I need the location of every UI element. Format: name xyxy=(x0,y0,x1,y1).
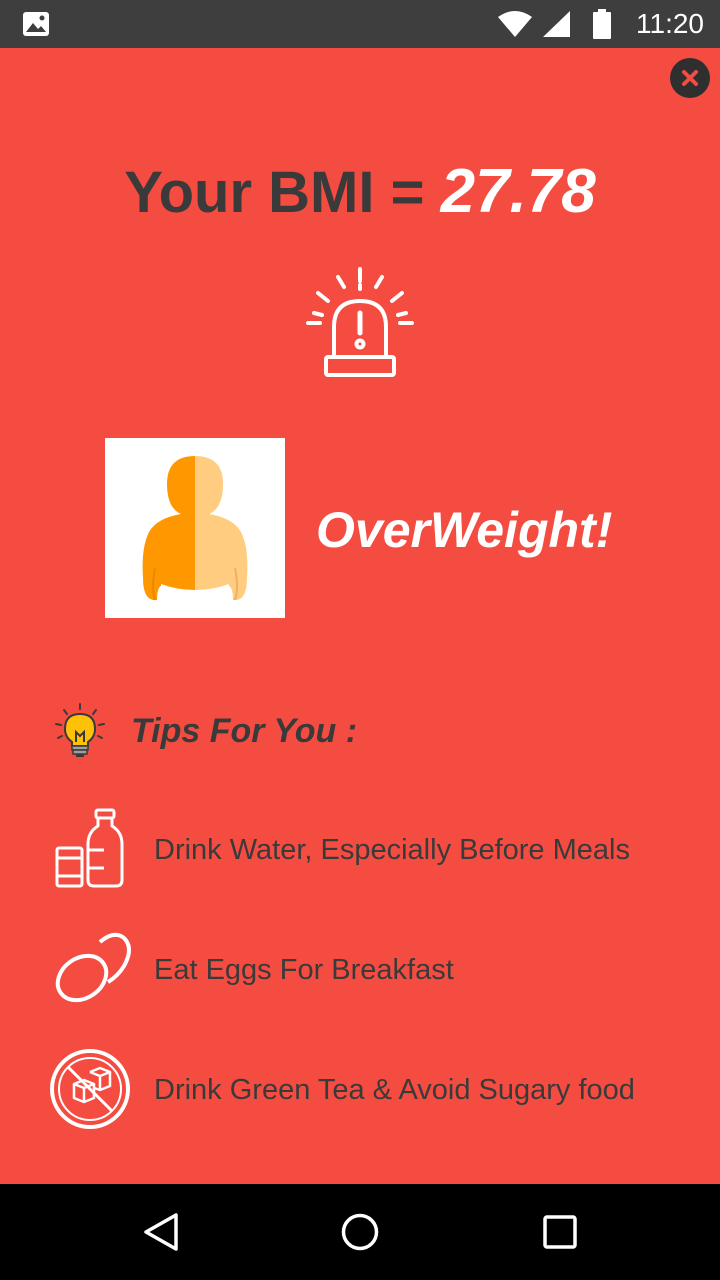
close-icon xyxy=(682,70,698,86)
overweight-figure-image xyxy=(105,438,285,618)
eggs-icon xyxy=(55,932,131,1003)
bmi-status-text: OverWeight! xyxy=(316,502,613,558)
recents-icon[interactable] xyxy=(542,1212,578,1252)
gallery-icon xyxy=(23,12,49,36)
overweight-person-icon xyxy=(142,456,248,601)
battery-icon xyxy=(593,9,611,39)
close-button[interactable] xyxy=(670,58,710,98)
wifi-icon xyxy=(498,11,532,37)
home-icon[interactable] xyxy=(340,1212,380,1252)
clock: 11:20 xyxy=(636,8,704,39)
tip-text: Drink Water, Especially Before Meals xyxy=(154,834,630,866)
status-bar: 11:20 xyxy=(0,0,720,48)
tip-text: Eat Eggs For Breakfast xyxy=(154,954,454,986)
no-sugar-icon xyxy=(50,1049,130,1129)
navigation-bar xyxy=(0,1184,720,1280)
tip-item: Eat Eggs For Breakfast xyxy=(0,926,720,1016)
water-bottle-icon xyxy=(55,808,124,888)
tips-heading: Tips For You : xyxy=(131,712,358,750)
alarm-light-icon xyxy=(306,267,414,377)
bmi-heading: Your BMI = 27.78 xyxy=(0,156,720,227)
bmi-label: Your BMI = xyxy=(124,160,441,225)
tip-item: Drink Green Tea & Avoid Sugary food xyxy=(0,1046,720,1136)
lightbulb-icon xyxy=(55,703,105,757)
tip-item: Drink Water, Especially Before Meals xyxy=(0,806,720,896)
bmi-value: 27.78 xyxy=(440,157,596,226)
back-icon[interactable] xyxy=(142,1212,180,1252)
signal-icon xyxy=(543,11,570,37)
tip-text: Drink Green Tea & Avoid Sugary food xyxy=(154,1074,635,1106)
